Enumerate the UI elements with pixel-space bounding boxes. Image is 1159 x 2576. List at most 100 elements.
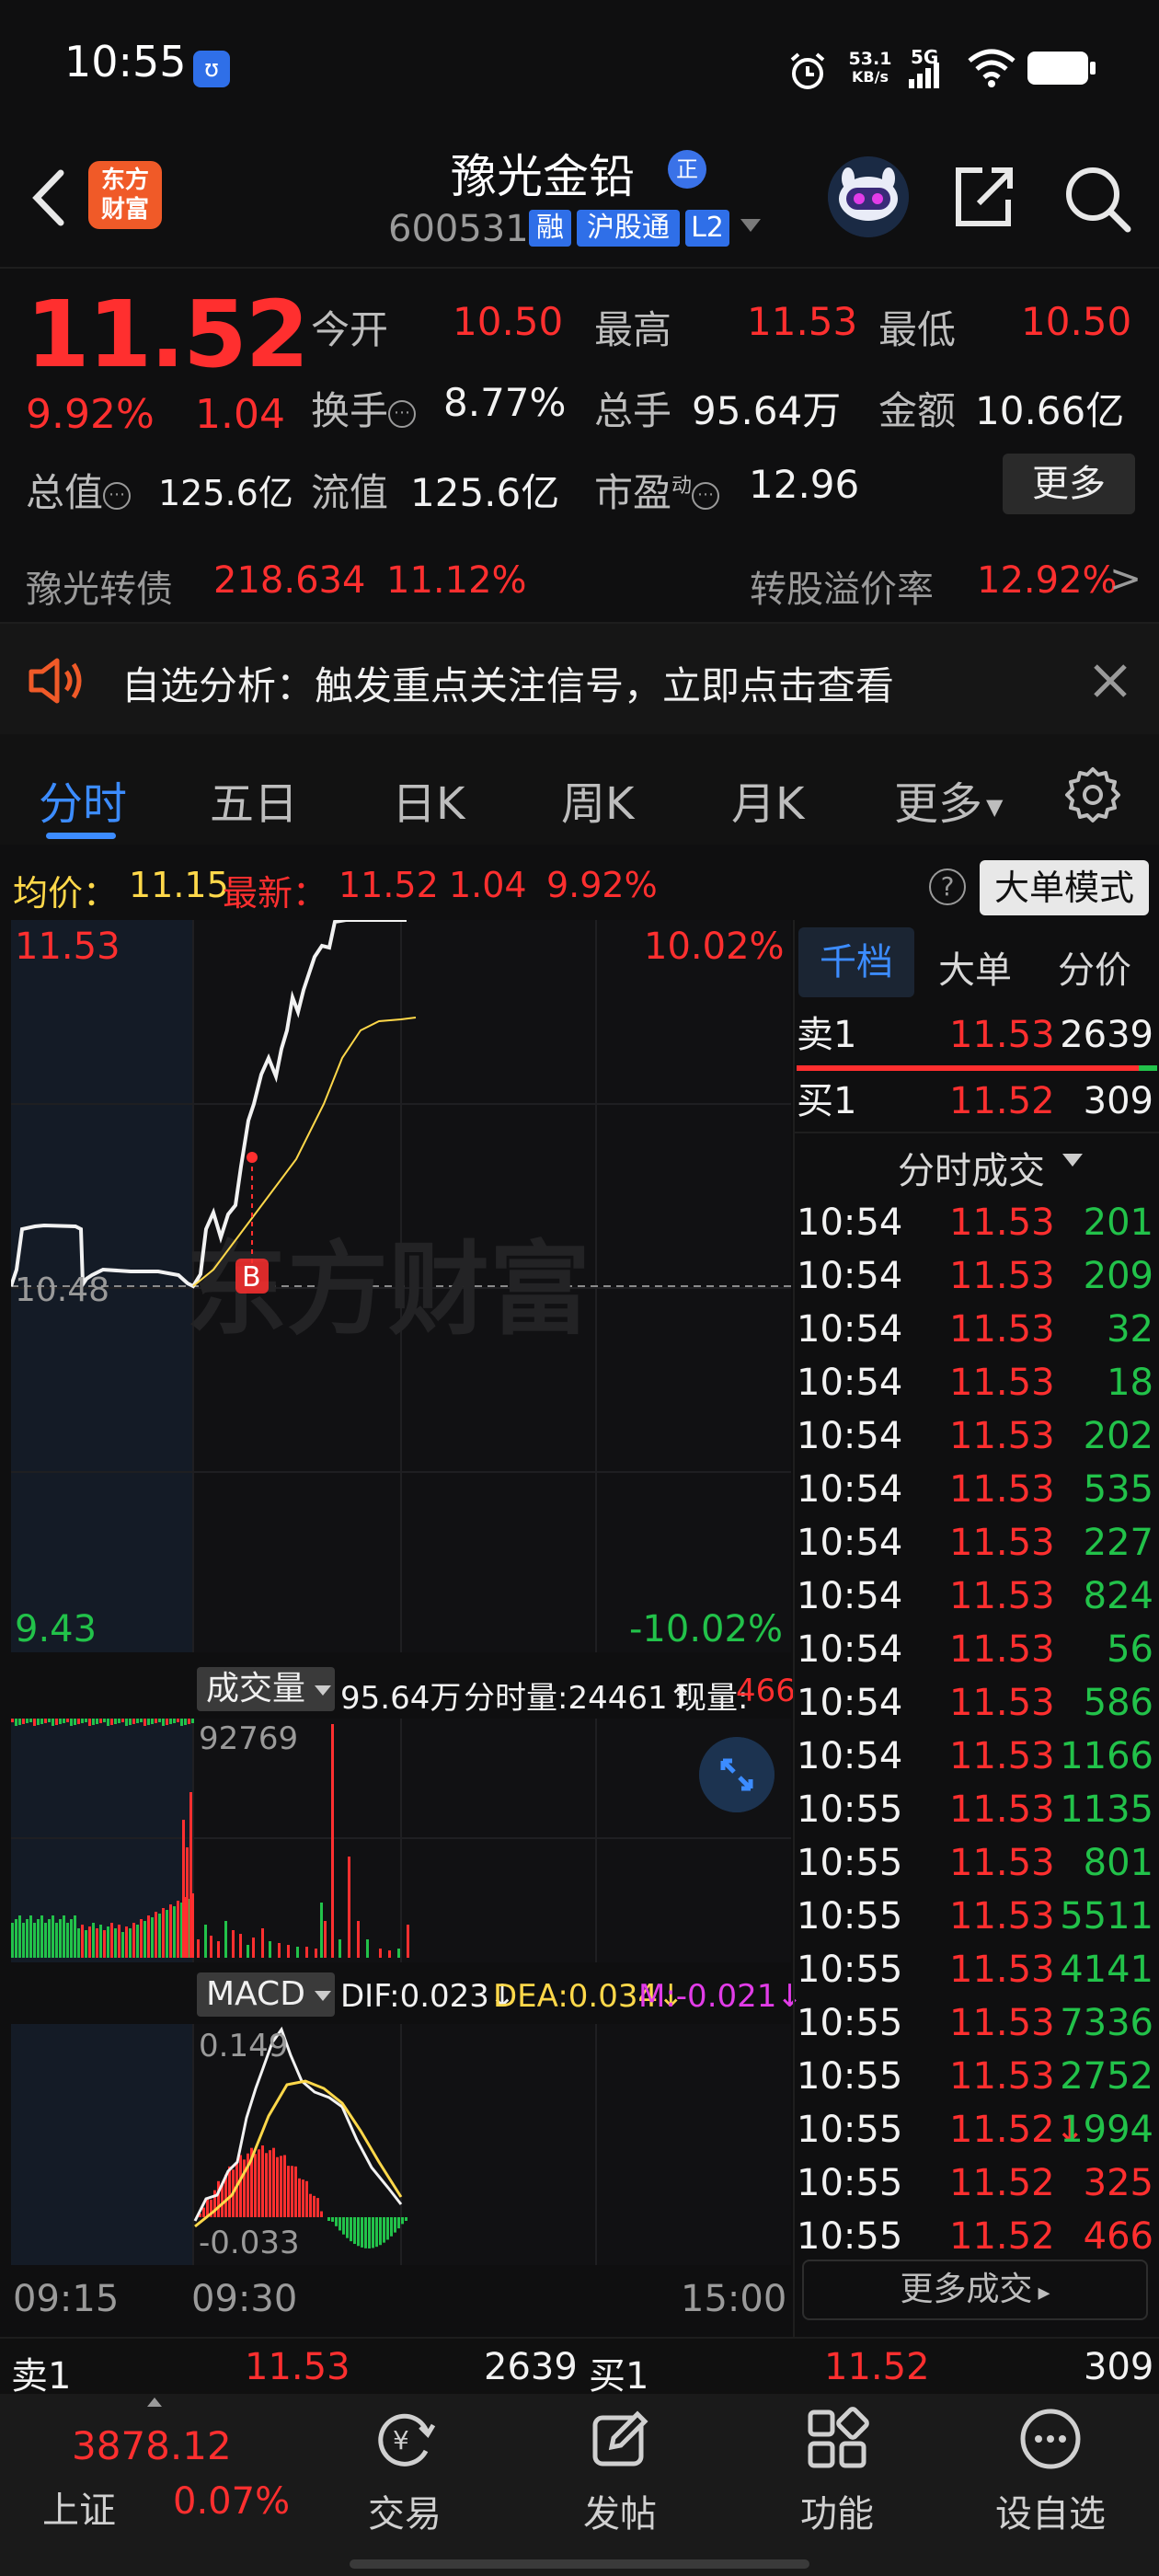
tab-daily-k[interactable]: 日K: [392, 767, 465, 832]
close-icon[interactable]: [1090, 661, 1130, 701]
nav-post[interactable]: 发帖: [546, 2407, 694, 2537]
mcap-info-icon[interactable]: ⋯: [103, 481, 132, 510]
tab-monthly-k[interactable]: 月K: [731, 767, 804, 832]
latest-change: 1.04: [449, 865, 527, 905]
tab-price-distribution[interactable]: 分价: [1058, 940, 1131, 994]
volume-bar: [239, 1934, 242, 1958]
big-order-mode-button[interactable]: 大单模式: [980, 860, 1149, 915]
tick-price: 11.53: [949, 1308, 1055, 1351]
intraday-price-chart[interactable]: 东方财富 B: [11, 920, 791, 1652]
volume-bar: [407, 1925, 409, 1958]
chevron-down-icon: [314, 1990, 331, 2001]
low-label: 最低: [878, 307, 957, 352]
battery-icon: [1027, 52, 1096, 85]
volume-bar: [125, 1719, 128, 1726]
time-axis-open: 09:30: [191, 2278, 298, 2320]
tick-time: 10:55: [797, 1788, 903, 1831]
volume-indicator-select[interactable]: 成交量: [197, 1667, 335, 1711]
bid-ask-strip[interactable]: 卖1 11.53 2639 买1 11.52 309: [0, 2337, 1159, 2398]
buy1-row[interactable]: 买1 11.52 309: [797, 1075, 1157, 1128]
convertible-bond-row[interactable]: 豫光转债 218.634 11.12% 转股溢价率 12.92% >: [0, 543, 1159, 621]
volume-bar: [74, 1915, 76, 1958]
share-icon[interactable]: [946, 161, 1019, 235]
tick-price: 11.53: [949, 1362, 1055, 1404]
tick-time: 10:55: [797, 2002, 903, 2044]
tick-price: 11.53: [949, 1628, 1055, 1671]
macd-bar: [357, 2217, 360, 2247]
brand-logo[interactable]: 东方 财富: [88, 161, 162, 229]
tab-weekly-k[interactable]: 周K: [561, 767, 634, 832]
macd-bar: [386, 2217, 389, 2240]
nav-add-watchlist[interactable]: 设自选: [977, 2407, 1124, 2537]
tag-stock-connect: 沪股通: [577, 210, 680, 247]
expand-icon[interactable]: [699, 1737, 775, 1812]
volume-bar: [158, 1914, 161, 1958]
robot-assistant-icon[interactable]: [828, 156, 909, 237]
tick-volume: 18: [1107, 1362, 1153, 1404]
more-button[interactable]: 更多: [1003, 454, 1135, 514]
macd-bar: [294, 2166, 297, 2217]
volume-bar: [118, 1719, 120, 1723]
volume-bar: [107, 1719, 109, 1726]
tab-big-orders[interactable]: 大单: [938, 940, 1012, 994]
volume-bar: [99, 1719, 102, 1723]
tick-volume: 56: [1107, 1628, 1153, 1671]
volume-chart[interactable]: [11, 1719, 791, 1962]
tick-time: 10:54: [797, 1682, 903, 1724]
nav-add-watchlist-label: 设自选: [995, 2493, 1106, 2536]
tab-intraday[interactable]: 分时: [39, 767, 127, 832]
volume-bar: [143, 1719, 146, 1726]
ticks-header[interactable]: 分时成交: [898, 1141, 1045, 1194]
last-price: 11.52: [26, 281, 309, 388]
search-icon[interactable]: [1060, 161, 1133, 235]
sell-volume-bar: [797, 1065, 1157, 1071]
banner-text[interactable]: 自选分析：触发重点关注信号，立即点击查看: [121, 655, 894, 711]
volume-bar: [177, 1901, 179, 1958]
tab-five-day[interactable]: 五日: [210, 767, 298, 832]
tick-volume: 2752: [1060, 2055, 1153, 2098]
volume-bar: [173, 1719, 176, 1723]
gear-icon[interactable]: [1063, 765, 1122, 824]
net-speed-value: 53.1: [848, 49, 892, 69]
macd-bar: [350, 2217, 352, 2242]
macd-indicator-select[interactable]: MACD: [197, 1972, 335, 2017]
help-icon[interactable]: ?: [929, 868, 966, 905]
prev-close-label: 10.48: [15, 1271, 110, 1309]
tick-volume: 466: [1083, 2215, 1153, 2258]
buy1-label: 买1: [797, 1080, 857, 1122]
latest-pct: 9.92%: [546, 865, 658, 905]
brand-logo-line2: 财富: [100, 196, 149, 224]
code-dropdown-icon[interactable]: [740, 219, 761, 232]
volume-bar: [22, 1923, 25, 1958]
pe-info-icon[interactable]: ⋯: [692, 481, 720, 510]
strip-buy-label: 买1: [589, 2355, 649, 2398]
volume-bar: [180, 1719, 183, 1726]
tab-depth[interactable]: 千档: [798, 927, 914, 997]
volume-bar: [173, 1906, 176, 1958]
macd-bar: [202, 2207, 205, 2217]
pe-superscript: 动: [671, 475, 693, 498]
macd-chart[interactable]: [11, 2024, 791, 2265]
time-axis-close: 15:00: [681, 2278, 787, 2320]
back-icon[interactable]: [26, 166, 72, 230]
macd-bar: [228, 2166, 231, 2217]
volume-bar: [63, 1915, 65, 1958]
turnover-info-icon[interactable]: ⋯: [388, 399, 417, 428]
nav-functions[interactable]: 功能: [763, 2407, 911, 2537]
status-time: 10:55: [64, 37, 187, 86]
index-ticker[interactable]: 3878.12 上证 0.07%: [18, 2398, 294, 2536]
tick-time: 10:54: [797, 1202, 903, 1244]
nav-trade[interactable]: ¥ 交易: [331, 2407, 478, 2537]
buy1-qty: 309: [1083, 1080, 1153, 1122]
volume-bar: [357, 1921, 360, 1958]
macd-bar: [320, 2211, 323, 2217]
tick-row: 10:55 11.53 5511: [797, 1890, 1157, 1943]
turnover-label: 换手 ⋯: [311, 380, 417, 436]
volume-bar: [132, 1719, 135, 1724]
volume-bar: [77, 1719, 80, 1724]
more-trades-button[interactable]: 更多成交 ▸: [802, 2260, 1148, 2320]
tab-more[interactable]: 更多 ▼: [894, 767, 1003, 832]
volume-bar: [81, 1925, 84, 1958]
sell1-row[interactable]: 卖1 11.53 2639: [797, 1008, 1157, 1062]
chevron-down-icon[interactable]: [1062, 1154, 1083, 1167]
